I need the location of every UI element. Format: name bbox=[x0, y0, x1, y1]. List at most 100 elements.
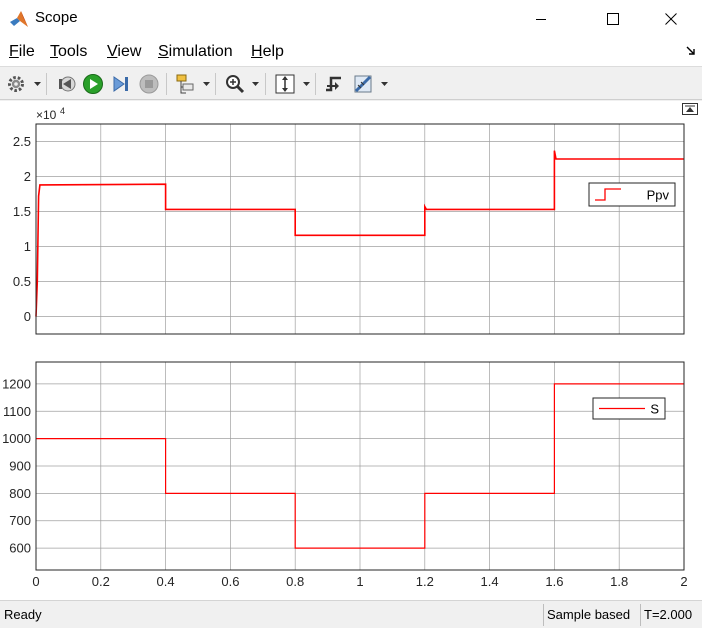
zoom-button[interactable] bbox=[223, 72, 247, 96]
status-sample-based: Sample based bbox=[543, 604, 633, 626]
settings-dropdown[interactable] bbox=[33, 79, 41, 89]
chevron-down-icon bbox=[202, 82, 210, 86]
menu-simulation[interactable]: Simulation bbox=[158, 43, 233, 61]
chevron-down-icon bbox=[33, 82, 41, 86]
legend-label: S bbox=[650, 402, 659, 417]
menu-view-label: iew bbox=[117, 43, 142, 60]
toolbar-separator bbox=[265, 73, 266, 95]
status-bar: Ready Sample based T=2.000 bbox=[0, 600, 702, 628]
menu-tools-label: ools bbox=[58, 43, 88, 60]
exponent-value: 4 bbox=[60, 106, 65, 116]
y-tick-label: 0.5 bbox=[13, 274, 31, 289]
scope-figure: 0 0.5 1 1.5 2 2.5 ×10 4 Ppv 600 700 800 900 1000 1100 1… bbox=[0, 101, 702, 600]
menu-simulation-mnemonic: S bbox=[158, 43, 169, 60]
menu-tools-mnemonic: T bbox=[50, 43, 58, 60]
exponent-label: ×10 bbox=[36, 108, 57, 122]
x-tick-label: 0 bbox=[32, 574, 39, 589]
triggers-icon bbox=[326, 76, 341, 92]
y-tick-label: 600 bbox=[9, 541, 31, 556]
signal-selector-icon bbox=[176, 74, 194, 94]
undock-figure-icon[interactable] bbox=[682, 103, 698, 115]
minimize-icon bbox=[536, 19, 546, 20]
toolbar-separator bbox=[166, 73, 167, 95]
close-button[interactable] bbox=[648, 0, 694, 38]
legend: S bbox=[592, 397, 666, 420]
step-back-button[interactable] bbox=[54, 72, 78, 96]
y-tick-label: 900 bbox=[9, 459, 31, 474]
run-button[interactable] bbox=[81, 72, 105, 96]
y-tick-label: 1000 bbox=[2, 431, 31, 446]
x-tick-label: 1.6 bbox=[545, 574, 563, 589]
step-back-icon bbox=[59, 76, 76, 92]
undock-arrow-icon[interactable] bbox=[686, 46, 696, 56]
x-tick-label: 0.4 bbox=[157, 574, 175, 589]
menu-file-mnemonic: F bbox=[9, 43, 19, 60]
x-tick-label: 1.8 bbox=[610, 574, 628, 589]
step-forward-button[interactable] bbox=[109, 72, 133, 96]
measurements-dropdown[interactable] bbox=[380, 79, 388, 89]
autoscale-button[interactable] bbox=[273, 72, 297, 96]
settings-button[interactable] bbox=[4, 72, 28, 96]
signal-selector-dropdown[interactable] bbox=[202, 79, 210, 89]
close-icon bbox=[665, 13, 677, 25]
menu-file[interactable]: File bbox=[9, 43, 35, 61]
chevron-down-icon bbox=[302, 82, 310, 86]
chevron-down-icon bbox=[380, 82, 388, 86]
x-tick-label: 0.6 bbox=[221, 574, 239, 589]
menu-bar: File Tools View Simulation Help bbox=[0, 38, 702, 66]
step-forward-icon bbox=[113, 76, 128, 92]
x-tick-label: 2 bbox=[680, 574, 687, 589]
plot-1: 0 0.5 1 1.5 2 2.5 ×10 4 Ppv bbox=[13, 106, 685, 335]
legend-label: Ppv bbox=[647, 188, 670, 203]
toolbar-separator bbox=[315, 73, 316, 95]
autoscale-dropdown[interactable] bbox=[302, 79, 310, 89]
y-tick-label: 800 bbox=[9, 486, 31, 501]
menu-tools[interactable]: Tools bbox=[50, 43, 87, 61]
matlab-icon bbox=[10, 11, 28, 27]
zoom-icon bbox=[226, 75, 245, 94]
window-title: Scope bbox=[35, 9, 78, 26]
menu-help-mnemonic: H bbox=[251, 43, 263, 60]
gear-icon bbox=[8, 76, 24, 92]
menu-view-mnemonic: V bbox=[107, 43, 118, 60]
x-tick-label: 1 bbox=[356, 574, 363, 589]
x-tick-label: 1.2 bbox=[416, 574, 434, 589]
signal-selector-button[interactable] bbox=[173, 72, 197, 96]
menu-help[interactable]: Help bbox=[251, 43, 284, 61]
y-tick-label: 700 bbox=[9, 513, 31, 528]
stop-button[interactable] bbox=[137, 72, 161, 96]
plot-2: 600 700 800 900 1000 1100 1200 0 0.2 0.4 0.6 0.8 1 1.… bbox=[2, 361, 688, 589]
triggers-button[interactable] bbox=[322, 72, 346, 96]
x-tick-label: 0.2 bbox=[92, 574, 110, 589]
menu-help-label: elp bbox=[262, 43, 284, 60]
zoom-dropdown[interactable] bbox=[251, 79, 259, 89]
autoscale-icon bbox=[275, 74, 295, 94]
chevron-down-icon bbox=[251, 82, 259, 86]
menu-simulation-label: imulation bbox=[168, 43, 233, 60]
minimize-button[interactable] bbox=[518, 0, 564, 38]
y-tick-label: 2.5 bbox=[13, 134, 31, 149]
title-bar: Scope bbox=[0, 0, 702, 38]
toolbar-separator bbox=[46, 73, 47, 95]
status-ready: Ready bbox=[4, 607, 42, 622]
y-tick-label: 0 bbox=[24, 309, 31, 324]
stop-icon bbox=[139, 74, 159, 94]
status-time: T=2.000 bbox=[640, 604, 695, 626]
legend: Ppv bbox=[588, 182, 676, 207]
toolbar-separator bbox=[215, 73, 216, 95]
measurements-button[interactable] bbox=[351, 72, 375, 96]
y-tick-label: 1.5 bbox=[13, 204, 31, 219]
x-tick-label: 1.4 bbox=[481, 574, 499, 589]
measurements-icon bbox=[354, 75, 372, 93]
x-tick-label: 0.8 bbox=[286, 574, 304, 589]
menu-view[interactable]: View bbox=[107, 43, 141, 61]
y-tick-label: 2 bbox=[24, 169, 31, 184]
y-tick-label: 1 bbox=[24, 239, 31, 254]
menu-file-label: ile bbox=[18, 43, 35, 60]
run-icon bbox=[83, 74, 103, 94]
toolbar bbox=[0, 66, 702, 100]
maximize-button[interactable] bbox=[590, 0, 636, 38]
y-tick-label: 1100 bbox=[3, 404, 31, 419]
y-tick-label: 1200 bbox=[2, 376, 31, 391]
maximize-icon bbox=[607, 13, 619, 25]
